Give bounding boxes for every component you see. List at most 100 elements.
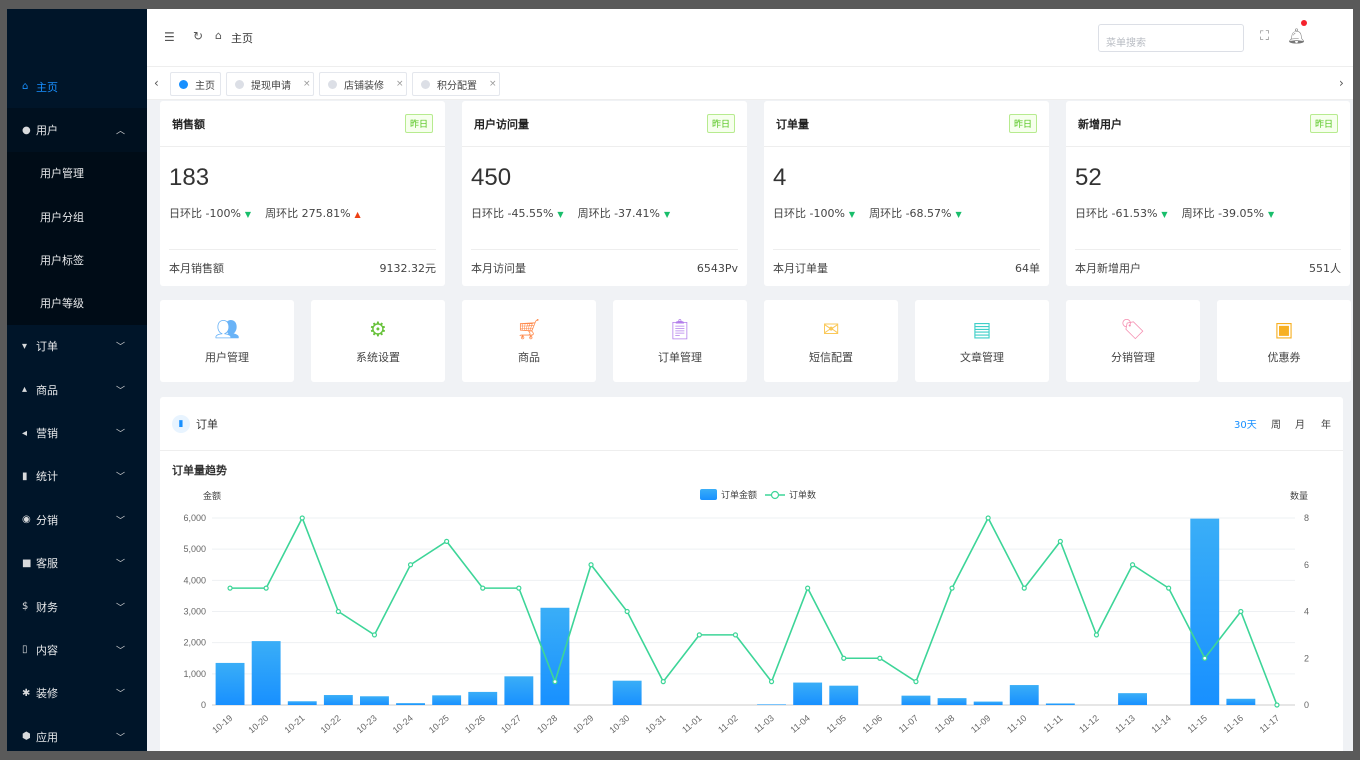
tab-scroll-right-icon[interactable]: › [1339, 76, 1344, 90]
sidebar-subitem-user-tag[interactable]: 用户标签 [7, 238, 147, 282]
quick-entry-article-manage[interactable]: ▤ 文章管理 [915, 300, 1049, 382]
breadcrumb[interactable]: 主页 [231, 30, 253, 46]
tab-scroll-left-icon[interactable]: ‹ [154, 76, 159, 90]
tools-icon: ✱ [22, 687, 31, 699]
x-tick-label: 10-28 [535, 713, 559, 735]
tab-home[interactable]: 主页 [170, 72, 221, 96]
user-icon: ● [22, 124, 31, 136]
quick-entry-label: 短信配置 [809, 351, 853, 364]
y2-axis-label: 数量 [1290, 490, 1308, 501]
sidebar-subitem-user-level[interactable]: 用户等级 [7, 281, 147, 325]
fullscreen-icon[interactable]: ⛶ [1260, 29, 1269, 44]
quick-entry-distribution[interactable]: 🏷︎ 分销管理 [1066, 300, 1200, 382]
point-11-11 [1057, 538, 1063, 544]
dollar-icon: $ [22, 601, 29, 613]
bar-11-13 [1118, 693, 1147, 705]
tab-label: 店铺装修 [344, 80, 384, 92]
stat-footer: 本月新增用户 551人 [1075, 249, 1341, 286]
y2-tick-label: 2 [1304, 653, 1309, 663]
x-tick-label: 10-22 [319, 713, 343, 735]
x-tick-label: 11-11 [1042, 713, 1065, 735]
bar-10-24 [396, 703, 425, 705]
sidebar-item-decoration[interactable]: ✱ 装修 ﹀ [7, 672, 147, 715]
sidebar-item-app[interactable]: ⬢ 应用 ﹀ [7, 715, 147, 751]
period-badge: 昨日 [706, 114, 735, 133]
bar-11-07 [901, 695, 931, 705]
point-10-21 [299, 515, 305, 521]
bar-11-04 [793, 682, 823, 705]
sidebar-item-label: 分销 [36, 513, 58, 527]
sidebar-item-service[interactable]: ■ 客服 ﹀ [7, 541, 147, 584]
stat-value: 52 [1075, 164, 1102, 191]
trend-down-icon: ▼ [955, 210, 962, 219]
point-10-22 [335, 608, 341, 615]
bell-icon[interactable]: 🔔︎ [1287, 27, 1306, 45]
chart-title: 订单量趋势 [172, 463, 227, 477]
quick-entry-user-manage[interactable]: 👥︎ 用户管理 [160, 300, 294, 382]
sidebar-item-finance[interactable]: $ 财务 ﹀ [7, 585, 147, 628]
tab-shop-decoration[interactable]: 店铺装修 × [319, 72, 407, 96]
sidebar-item-stats[interactable]: ▮ 统计 ﹀ [7, 455, 147, 498]
tab-dot [328, 79, 337, 89]
x-tick-label: 10-19 [210, 713, 234, 735]
quick-entry-label: 分销管理 [1111, 351, 1155, 364]
point-10-31 [660, 679, 666, 685]
coupon-icon: ▣ [1274, 317, 1294, 341]
bar-10-27 [504, 676, 534, 705]
y-axis-label: 金额 [203, 490, 221, 501]
y-tick-label: 4,000 [183, 575, 206, 585]
tab-dot [179, 79, 188, 89]
x-tick-label: 10-25 [427, 713, 451, 735]
tab-points-config[interactable]: 积分配置 × [412, 72, 500, 96]
bar-11-09 [973, 701, 1003, 705]
sidebar-item-user[interactable]: ● 用户 ︿ [7, 108, 147, 152]
sidebar-item-goods[interactable]: ▴ 商品 ﹀ [7, 368, 147, 411]
quick-entry-sms-config[interactable]: ✉ 短信配置 [764, 300, 898, 382]
clipboard-icon: 📋︎ [667, 317, 693, 341]
point-11-05 [841, 655, 847, 661]
quick-entry-order-manage[interactable]: 📋︎ 订单管理 [613, 300, 747, 382]
order-chart-panel: ▮ 订单 30天 周 月 年 订单量趋势 金额 数量 0 1,000 2,000 3,000… [160, 397, 1343, 751]
card-title: 用户访问量 [474, 117, 529, 131]
quick-entry-label: 优惠券 [1267, 351, 1301, 364]
close-icon[interactable]: × [303, 79, 311, 89]
trend-down-icon: ▼ [244, 210, 252, 219]
point-10-20 [263, 585, 269, 591]
quick-entry-goods[interactable]: 🛒︎ 商品 [462, 300, 596, 382]
sidebar-item-label: 统计 [36, 470, 58, 484]
stat-card-orders: 订单量 昨日 4 日环比 -100% ▼ 周环比 -68.57% ▼ 本月订单量 64单 [764, 101, 1049, 286]
footer-label: 本月访问量 [471, 262, 526, 275]
close-icon[interactable]: × [396, 79, 404, 89]
footer-label: 本月销售额 [169, 262, 224, 275]
distribution-icon: ◉ [22, 514, 31, 526]
quick-entry-coupon[interactable]: ▣ 优惠券 [1217, 300, 1351, 382]
search-input[interactable]: 菜单搜索 [1098, 24, 1244, 52]
sidebar-item-label: 财务 [36, 600, 58, 614]
sidebar-item-marketing[interactable]: ◂ 营销 ﹀ [7, 411, 147, 454]
trend-up-icon: ▲ [354, 210, 361, 219]
menu-fold-icon[interactable]: ☰ [164, 30, 175, 44]
close-icon[interactable]: × [489, 79, 497, 89]
refresh-icon[interactable]: ↻ [193, 29, 203, 43]
point-10-27 [516, 585, 522, 591]
period-badge: 昨日 [1008, 114, 1037, 133]
x-tick-label: 10-30 [607, 713, 631, 735]
sidebar-item-home[interactable]: ⌂ 主页 [7, 65, 147, 109]
point-10-28 [552, 679, 558, 685]
sidebar-item-order[interactable]: ▾ 订单 ﹀ [7, 325, 147, 368]
sidebar-item-content[interactable]: ▯ 内容 ﹀ [7, 628, 147, 671]
quick-entry-system-settings[interactable]: ⚙ 系统设置 [311, 300, 445, 382]
point-10-29 [588, 562, 594, 568]
chevron-down-icon: ﹀ [115, 429, 125, 440]
tab-withdraw[interactable]: 提现申请 × [226, 72, 314, 96]
week-ratio: 周环比 275.81% [265, 207, 351, 220]
stat-ratio: 日环比 -45.55% ▼ 周环比 -37.41% ▼ [471, 205, 747, 221]
sidebar-subitem-user-manage[interactable]: 用户管理 [7, 151, 147, 195]
stat-ratio: 日环比 -61.53% ▼ 周环比 -39.05% ▼ [1075, 205, 1350, 221]
tab-label: 提现申请 [251, 80, 291, 92]
sidebar-subitem-user-group[interactable]: 用户分组 [7, 194, 147, 239]
y-tick-label: 5,000 [183, 544, 206, 554]
sidebar-item-distribution[interactable]: ◉ 分销 ﹀ [7, 498, 147, 541]
sidebar-item-label: 客服 [36, 557, 58, 571]
point-10-25 [444, 538, 450, 544]
